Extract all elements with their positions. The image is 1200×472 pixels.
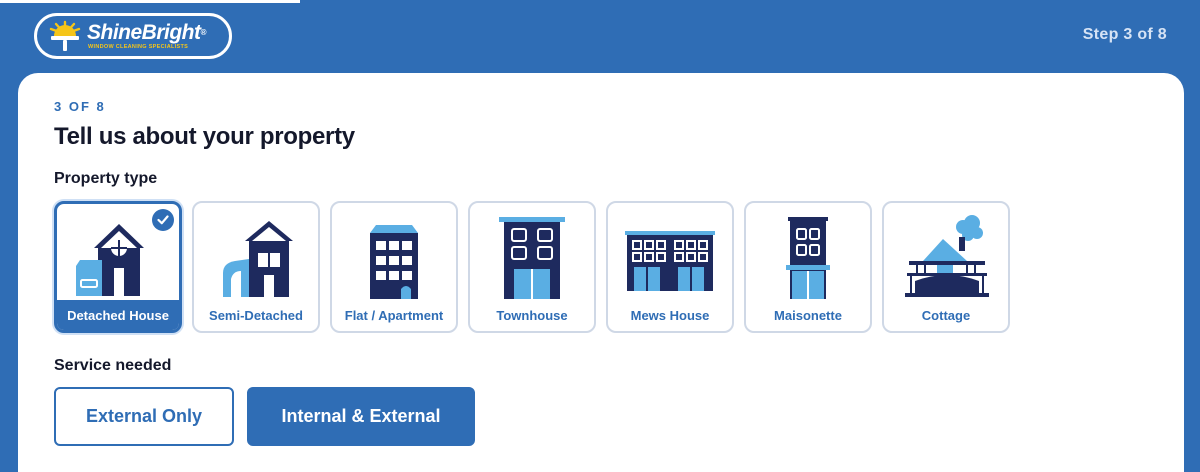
service-needed-label: Service needed [54, 357, 172, 374]
service-internal-external-button[interactable]: Internal & External [247, 387, 475, 446]
property-option-label: Cottage [921, 307, 971, 323]
townhouse-icon [499, 217, 565, 299]
property-option-townhouse[interactable]: Townhouse [468, 201, 596, 333]
property-option-maisonette[interactable]: Maisonette [744, 201, 872, 333]
service-external-only-button[interactable]: External Only [54, 387, 234, 446]
property-option-label: Maisonette [774, 307, 842, 323]
brand-tagline: WINDOW CLEANING SPECIALISTS [88, 43, 189, 50]
property-option-label: Detached House [57, 300, 179, 330]
property-option-label: Mews House [630, 307, 710, 323]
cottage-icon [905, 215, 989, 297]
property-option-label: Townhouse [496, 307, 568, 323]
step-indicator: Step 3 of 8 [1082, 26, 1167, 43]
brand-name: ShineBright® [87, 20, 206, 44]
maisonette-icon [786, 217, 830, 299]
shinebright-logo[interactable]: ShineBright® WINDOW CLEANING SPECIALISTS [34, 13, 232, 59]
sun-squeegee-icon [49, 20, 81, 51]
property-option-label: Flat / Apartment [344, 307, 444, 323]
page-title: Tell us about your property [54, 123, 355, 150]
selected-check-icon [152, 209, 174, 231]
property-option-flat-apartment[interactable]: Flat / Apartment [330, 201, 458, 333]
mews-house-icon [625, 231, 715, 291]
site-header: ShineBright® WINDOW CLEANING SPECIALISTS… [0, 0, 1200, 72]
flat-apartment-icon [370, 225, 418, 299]
property-option-semi-detached[interactable]: Semi-Detached [192, 201, 320, 333]
property-option-detached-house[interactable]: Detached House [54, 201, 182, 333]
step-kicker: 3 OF 8 [54, 99, 106, 114]
property-type-label: Property type [54, 170, 158, 187]
property-option-cottage[interactable]: Cottage [882, 201, 1010, 333]
property-option-label: Semi-Detached [209, 307, 303, 323]
semi-detached-icon [223, 221, 293, 297]
property-option-mews-house[interactable]: Mews House [606, 201, 734, 333]
form-card: 3 OF 8 Tell us about your property Prope… [18, 73, 1184, 472]
detached-house-icon [72, 210, 162, 300]
